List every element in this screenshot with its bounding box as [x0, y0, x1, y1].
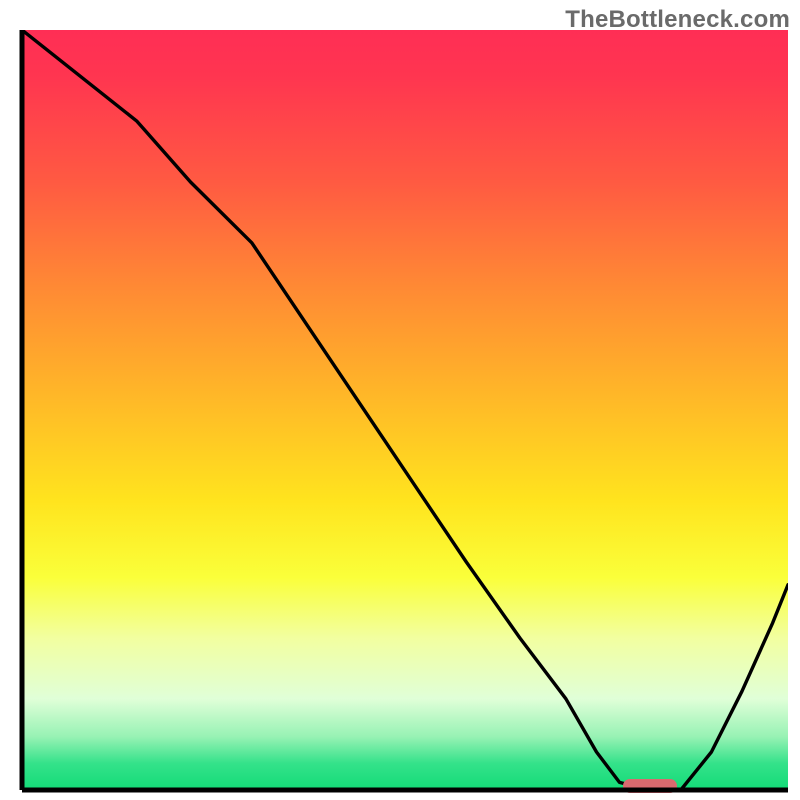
chart-container: TheBottleneck.com [0, 0, 800, 800]
watermark-text: TheBottleneck.com [565, 6, 790, 34]
axes [0, 0, 800, 800]
